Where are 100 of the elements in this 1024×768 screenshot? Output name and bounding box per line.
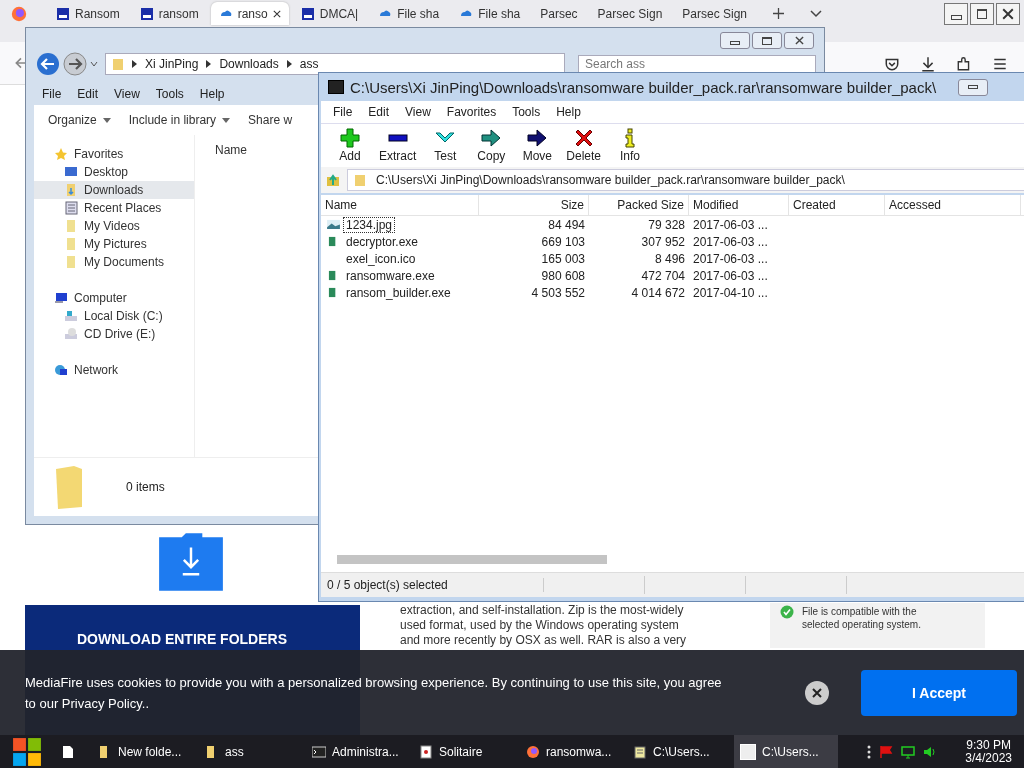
browser-tab[interactable]: ransom <box>131 2 207 25</box>
breadcrumb-item[interactable]: ass <box>299 57 319 71</box>
breadcrumb-item[interactable]: Xi JinPing <box>145 57 199 71</box>
menu-item[interactable]: Help <box>191 85 233 103</box>
taskbar-button[interactable]: ransomwa... <box>520 735 624 768</box>
pocket-icon[interactable] <box>884 56 900 72</box>
nav-item[interactable]: Favorites <box>34 145 194 163</box>
toolbar-button[interactable]: Extract <box>375 128 421 163</box>
file-name[interactable]: exel_icon.ico <box>343 250 419 267</box>
chevron-down-icon[interactable] <box>810 10 822 18</box>
nav-item[interactable]: Network <box>34 361 194 379</box>
file-name[interactable]: decryptor.exe <box>343 233 422 250</box>
menu-item[interactable]: Edit <box>360 103 398 121</box>
monitor-icon[interactable] <box>901 744 916 759</box>
file-name[interactable]: ransomware.exe <box>343 267 438 284</box>
menu-item[interactable]: Edit <box>69 85 107 103</box>
column-header[interactable]: Packed Size <box>589 195 689 215</box>
menu-item[interactable]: Favorites <box>438 103 505 121</box>
close-button[interactable] <box>784 32 814 49</box>
table-cell-text: 79 328 <box>647 217 686 232</box>
search-field[interactable]: Search ass <box>578 55 816 73</box>
menu-item[interactable]: File <box>34 85 70 103</box>
article-text: and more recently by OSX as well. RAR is also a very <box>400 633 687 648</box>
toolbar-button[interactable]: Info <box>609 128 652 163</box>
chevron-right-icon[interactable] <box>206 60 212 68</box>
accept-button[interactable]: I Accept <box>861 669 1017 716</box>
nav-item[interactable]: My Documents <box>34 253 194 271</box>
taskbar-button[interactable]: Administra... <box>306 735 410 768</box>
address-bar[interactable]: Xi JinPing Downloads ass <box>105 53 565 75</box>
nav-item[interactable]: My Videos <box>34 217 194 235</box>
nav-item[interactable]: Computer <box>34 289 194 307</box>
flag-icon[interactable] <box>879 744 894 759</box>
document-icon[interactable] <box>62 744 74 759</box>
browser-tab[interactable]: ranso <box>210 2 289 25</box>
toolbar-button[interactable]: Share w <box>248 113 293 127</box>
nav-item[interactable]: Local Disk (C:) <box>34 307 194 325</box>
close-button[interactable] <box>805 680 829 705</box>
browser-tab[interactable]: Ransom <box>48 2 128 25</box>
browser-tab[interactable]: DMCA| <box>292 2 367 25</box>
browser-tab[interactable]: Parsec Sign <box>674 2 755 25</box>
table-cell-text: 2017-06-03 ... <box>692 234 769 249</box>
more-icon[interactable] <box>867 744 872 759</box>
chevron-right-icon[interactable] <box>286 60 292 68</box>
browser-tab[interactable]: Parsec <box>532 2 586 25</box>
toolbar-button[interactable]: Organize <box>48 113 111 127</box>
clock[interactable]: 9:30 PM 3/4/2023 <box>965 738 1012 765</box>
chevron-right-icon[interactable] <box>132 60 137 68</box>
start-button[interactable] <box>12 736 42 767</box>
nav-item[interactable]: Recent Places <box>34 199 194 217</box>
back-arrow-icon[interactable] <box>14 56 28 70</box>
toolbar-button[interactable]: Delete <box>562 128 606 163</box>
puzzle-icon[interactable] <box>956 56 972 72</box>
path-field[interactable]: C:\Users\Xi JinPing\Downloads\ransomware builder_pack.rar\ransomware builder_pack\ <box>347 169 1024 191</box>
toolbar-button[interactable]: Copy <box>470 128 513 163</box>
toolbar-button[interactable]: Include in library <box>128 113 231 127</box>
column-header[interactable]: Size <box>479 195 589 215</box>
speaker-icon[interactable] <box>923 744 938 759</box>
maximize-button[interactable] <box>752 32 782 49</box>
nav-item[interactable]: Desktop <box>34 163 194 181</box>
caret-icon[interactable] <box>90 61 98 67</box>
file-name[interactable]: 1234.jpg <box>343 216 396 233</box>
table-cell-text: 472 704 <box>640 268 686 283</box>
taskbar-button[interactable]: C:\Users... <box>627 735 731 768</box>
restore-button[interactable] <box>970 3 994 25</box>
taskbar-button[interactable]: New folde... <box>92 735 196 768</box>
menu-item[interactable]: View <box>106 85 148 103</box>
nav-item[interactable]: My Pictures <box>34 235 194 253</box>
toolbar-button[interactable]: Add <box>329 128 371 163</box>
download-icon[interactable] <box>920 56 936 72</box>
menu-icon[interactable] <box>992 56 1008 72</box>
browser-tab[interactable]: File sha <box>451 2 529 25</box>
minimize-button[interactable] <box>944 3 968 25</box>
minimize-button[interactable] <box>720 32 750 49</box>
toolbar-button[interactable]: Move <box>516 128 559 163</box>
folder-up-icon[interactable] <box>325 172 341 188</box>
browser-tab[interactable]: Parsec Sign <box>589 2 671 25</box>
browser-tab[interactable]: File sha <box>370 2 448 25</box>
menu-item[interactable]: Tools <box>504 103 549 121</box>
taskbar-button[interactable]: ass <box>199 735 303 768</box>
menu-item[interactable]: Tools <box>147 85 192 103</box>
nav-item[interactable]: Downloads <box>34 181 194 199</box>
minimize-button[interactable] <box>958 78 989 96</box>
breadcrumb-item[interactable]: Downloads <box>219 57 279 71</box>
menu-item[interactable]: File <box>325 103 361 121</box>
column-header[interactable]: Name <box>321 195 479 215</box>
file-name[interactable]: ransom_builder.exe <box>343 284 454 301</box>
taskbar-button[interactable]: C:\Users... <box>734 735 838 768</box>
column-header[interactable]: Name <box>215 143 247 157</box>
close-button[interactable] <box>996 3 1020 25</box>
menu-item[interactable]: Help <box>548 103 589 121</box>
column-header[interactable]: Modified <box>689 195 789 215</box>
column-header[interactable]: Accessed <box>885 195 1021 215</box>
close-icon[interactable] <box>272 9 281 18</box>
nav-item[interactable]: CD Drive (E:) <box>34 325 194 343</box>
taskbar-button[interactable]: Solitaire <box>413 735 517 768</box>
menu-item[interactable]: View <box>397 103 439 121</box>
browser-logo-icon[interactable] <box>10 5 28 23</box>
column-header[interactable]: Created <box>789 195 885 215</box>
toolbar-button[interactable]: Test <box>424 128 467 163</box>
plus-icon[interactable] <box>773 8 784 19</box>
